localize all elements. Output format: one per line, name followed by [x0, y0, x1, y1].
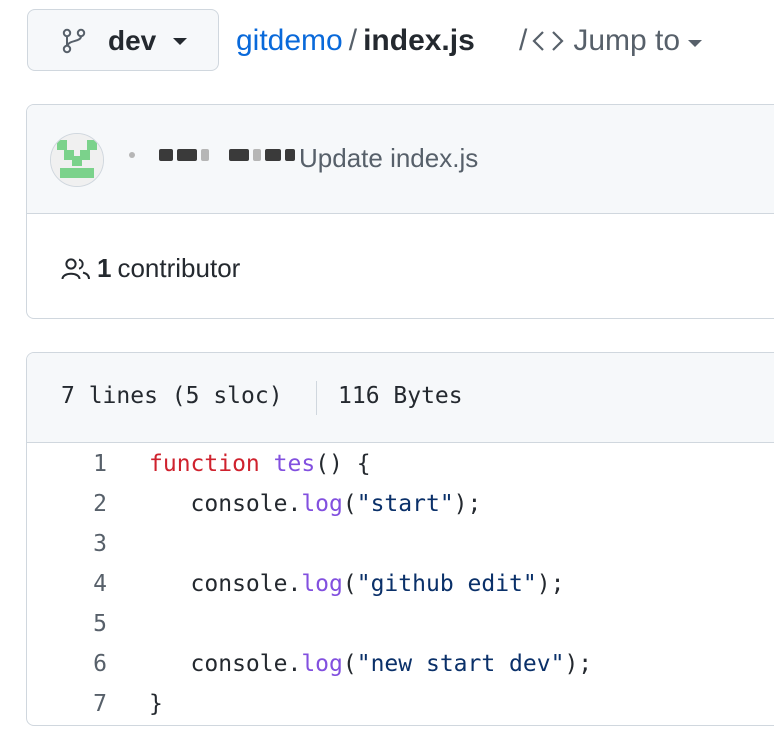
contributors-link[interactable]: 1 contributor — [61, 253, 240, 284]
line-number[interactable]: 6 — [67, 644, 107, 684]
branch-selector-button[interactable]: dev — [27, 9, 219, 71]
code-line: 2 console.log("start"); — [27, 484, 774, 524]
line-number[interactable]: 3 — [67, 524, 107, 564]
line-number[interactable]: 7 — [67, 684, 107, 724]
code-line: 4 console.log("github edit"); — [27, 564, 774, 604]
commit-author-redacted — [129, 149, 295, 161]
file-view: 7 lines (5 sloc) 116 Bytes 1 function te… — [26, 352, 774, 726]
code-line: 1 function tes() { — [27, 444, 774, 484]
avatar[interactable] — [50, 133, 104, 187]
file-size: 116 Bytes — [338, 383, 463, 409]
git-branch-icon — [62, 28, 86, 54]
line-number[interactable]: 1 — [67, 444, 107, 484]
jump-separator: / — [519, 24, 528, 57]
jump-to-button[interactable]: / Jump to — [519, 17, 703, 65]
breadcrumb-separator: / — [348, 24, 358, 57]
code-line: 3 — [27, 524, 774, 564]
file-info-bar: 7 lines (5 sloc) 116 Bytes — [27, 353, 774, 443]
commit-message-link[interactable]: Update index.js — [299, 143, 478, 174]
code-line: 6 console.log("new start dev"); — [27, 644, 774, 684]
code-line: 5 — [27, 604, 774, 644]
code-text: } — [149, 691, 163, 717]
caret-down-icon — [173, 38, 187, 45]
caret-down-icon — [688, 39, 703, 47]
code-text: console.log("github edit"); — [190, 571, 565, 597]
repo-link[interactable]: gitdemo — [236, 24, 343, 57]
identicon — [51, 134, 103, 186]
code-text: console.log("start"); — [190, 491, 482, 517]
code-text: console.log("new start dev"); — [190, 651, 593, 677]
file-name: index.js — [363, 24, 475, 57]
people-icon — [61, 257, 90, 279]
contributor-count: 1 — [97, 253, 112, 283]
latest-commit-box: Update index.js 1 contributor — [26, 104, 774, 319]
line-number[interactable]: 5 — [67, 604, 107, 644]
code-text: function tes() { — [149, 451, 371, 477]
line-number[interactable]: 2 — [67, 484, 107, 524]
contributor-label: contributor — [117, 253, 241, 283]
jump-to-label: Jump to — [573, 24, 681, 57]
code-line: 7 } — [27, 684, 774, 724]
breadcrumb: gitdemo / index.js — [236, 17, 475, 65]
branch-name: dev — [108, 25, 157, 56]
code-icon — [532, 31, 564, 51]
line-number[interactable]: 4 — [67, 564, 107, 604]
file-info-divider — [316, 381, 317, 415]
commit-header: Update index.js — [27, 105, 774, 214]
file-line-count: 7 lines (5 sloc) — [61, 383, 283, 409]
